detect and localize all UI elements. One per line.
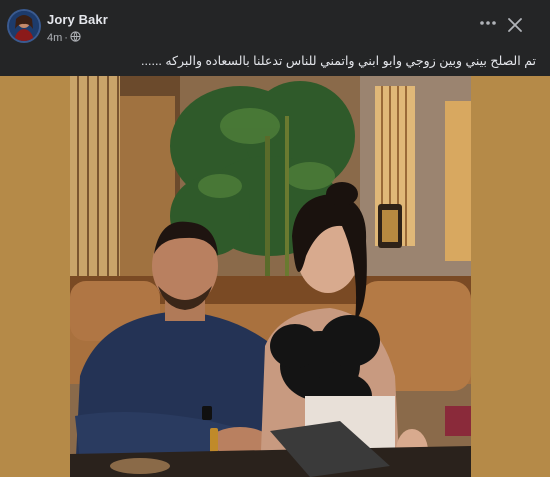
post-header: Jory Bakr 4m · تم الصلح بيني وبين زوجي و… — [0, 0, 550, 76]
meta-separator: · — [64, 32, 68, 44]
post-timestamp[interactable]: 4m — [47, 32, 62, 44]
more-horizontal-icon — [480, 21, 496, 25]
post-photo[interactable] — [70, 76, 471, 477]
more-options-button[interactable] — [479, 16, 497, 30]
author-name[interactable]: Jory Bakr — [47, 12, 108, 27]
globe-icon — [70, 31, 81, 45]
post-caption: تم الصلح بيني وبين زوجي وابو ابني واتمني… — [141, 54, 536, 68]
author-avatar[interactable] — [9, 11, 39, 41]
close-icon — [508, 18, 522, 32]
post-meta: 4m · — [47, 31, 81, 45]
close-button[interactable] — [507, 17, 523, 33]
post-media[interactable] — [0, 76, 550, 477]
